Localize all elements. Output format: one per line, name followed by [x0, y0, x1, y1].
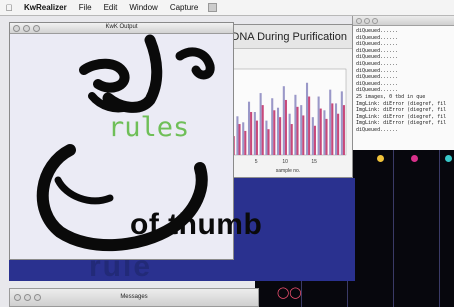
messages-window-title: Messages	[120, 294, 148, 300]
menu-extra-icon[interactable]	[208, 3, 218, 12]
bar-s2-15	[313, 125, 316, 155]
scribble-icon: ◯◯	[277, 287, 302, 299]
console-line: diQueued......	[356, 80, 399, 87]
bar-s1-8	[271, 98, 274, 155]
console-line: diQueued......	[356, 34, 399, 41]
bar-s2-3	[244, 130, 247, 155]
bar-s2-2	[238, 124, 241, 155]
bar-s1-14	[305, 82, 309, 155]
grid-line	[439, 150, 440, 307]
bar-s1-10	[282, 86, 285, 155]
x-tick-label: 10	[282, 159, 288, 165]
bar-s1-19	[334, 103, 338, 155]
bar-s2-4	[250, 112, 253, 155]
bar-s1-15	[311, 117, 314, 155]
menu-bar:  KwRealizer File Edit Window Capture	[0, 0, 454, 16]
console-line: diQueued......	[356, 60, 399, 67]
console-line: 25 images, 0 tbd in que	[356, 93, 426, 100]
console-line: diQueued......	[356, 41, 399, 48]
console-line: diQueued......	[356, 54, 399, 61]
x-tick-label: 5	[255, 159, 258, 165]
output-window-title: KwK Output	[105, 24, 138, 30]
x-axis-label: sample no.	[276, 168, 300, 174]
menu-file[interactable]: File	[73, 3, 98, 12]
console-line: diQueued......	[356, 28, 399, 34]
output-title-bar[interactable]: KwK Output	[10, 23, 233, 34]
minimize-button[interactable]	[364, 17, 370, 24]
bar-s1-3	[242, 122, 245, 155]
bar-s1-7	[265, 120, 268, 155]
console-line: ImgLink: diError (diegref, fil	[356, 120, 447, 127]
bar-s2-5	[255, 120, 258, 155]
bar-s1-5	[253, 112, 256, 155]
x-tick-label: 15	[311, 159, 317, 165]
menu-window[interactable]: Window	[123, 3, 163, 12]
bar-s2-11	[290, 124, 293, 155]
close-button[interactable]	[356, 17, 362, 24]
bar-s2-14	[308, 96, 311, 155]
bar-s2-18	[331, 103, 334, 155]
rules-overlay-text: rules	[108, 112, 190, 143]
bar-s1-4	[247, 101, 251, 155]
grid-line	[393, 150, 394, 307]
bar-s1-9	[276, 107, 280, 155]
bar-s2-19	[337, 113, 340, 155]
bar-s1-13	[300, 105, 303, 155]
app-menu[interactable]: KwRealizer	[18, 3, 73, 12]
console-line: diQueued......	[356, 67, 399, 74]
bar-s2-7	[267, 129, 270, 155]
bar-s2-16	[319, 108, 322, 155]
bar-s1-17	[323, 110, 326, 155]
console-line: diQueued......	[356, 47, 399, 54]
console-log: diQueued...... diQueued...... diQueued....…	[353, 26, 454, 136]
console-line: ImgLink: diError (diegref, fil	[356, 100, 447, 107]
bar-s2-13	[302, 115, 305, 155]
plot-area	[229, 68, 347, 156]
bar-s2-8	[273, 110, 276, 155]
bar-s1-18	[329, 89, 332, 155]
zoom-button[interactable]	[372, 17, 378, 24]
console-line: diQueued......	[356, 126, 399, 133]
console-window: diQueued...... diQueued...... diQueued....…	[352, 16, 454, 150]
apple-menu-icon[interactable]: 	[0, 3, 18, 13]
bar-s2-10	[284, 99, 287, 155]
console-title-bar[interactable]	[353, 16, 454, 26]
menu-capture[interactable]: Capture	[164, 3, 204, 12]
bar-s1-11	[288, 113, 291, 155]
bar-s1-20	[340, 91, 343, 155]
bar-s2-12	[296, 106, 299, 155]
cyan-marker	[445, 155, 452, 162]
console-line: diQueued......	[356, 87, 399, 94]
messages-window[interactable]: Messages	[9, 288, 259, 307]
bar-s2-9	[279, 117, 282, 155]
thumb-overlay-text: of thumb	[130, 208, 263, 241]
bar-s1-16	[317, 96, 320, 155]
console-line: diQueued......	[356, 74, 399, 81]
bar-s2-17	[325, 118, 328, 155]
console-line: ImgLink: diError (diegref, fil	[356, 113, 447, 120]
console-line: ImgLink: diError (diegref, fil	[356, 107, 447, 114]
bar-s2-20	[342, 105, 345, 155]
bar-s1-6	[259, 93, 262, 155]
menu-edit[interactable]: Edit	[98, 3, 124, 12]
magenta-marker	[411, 155, 418, 162]
bar-s2-6	[261, 105, 264, 155]
bar-s1-12	[294, 94, 297, 155]
bar-s1-2	[236, 116, 239, 155]
yellow-marker	[377, 155, 384, 162]
